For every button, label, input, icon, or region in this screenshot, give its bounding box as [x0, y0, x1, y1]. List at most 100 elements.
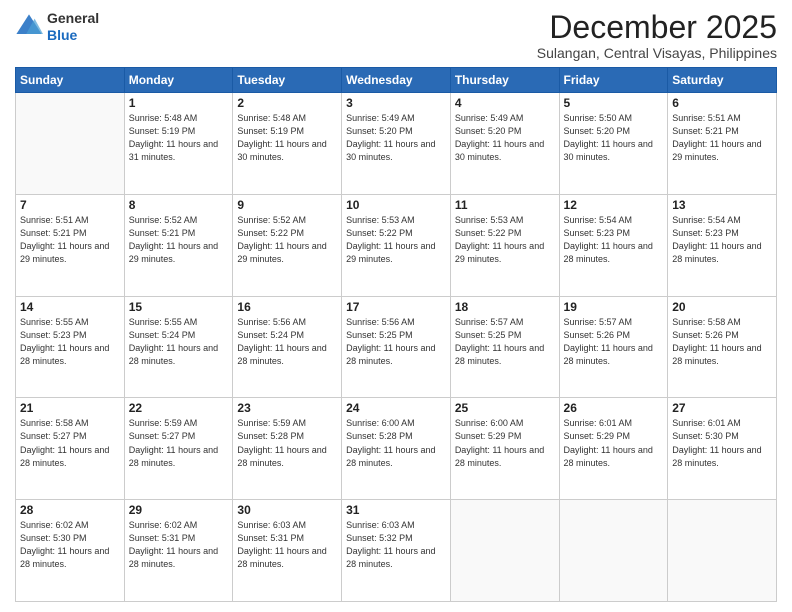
day-number: 11	[455, 198, 555, 212]
logo-general: General	[47, 10, 99, 26]
calendar-cell: 29 Sunrise: 6:02 AM Sunset: 5:31 PM Dayli…	[124, 500, 233, 602]
day-number: 10	[346, 198, 446, 212]
calendar-cell: 23 Sunrise: 5:59 AM Sunset: 5:28 PM Dayli…	[233, 398, 342, 500]
day-info: Sunrise: 5:53 AM Sunset: 5:22 PM Dayligh…	[346, 214, 446, 266]
day-number: 27	[672, 401, 772, 415]
day-number: 9	[237, 198, 337, 212]
day-info: Sunrise: 5:57 AM Sunset: 5:25 PM Dayligh…	[455, 316, 555, 368]
day-number: 20	[672, 300, 772, 314]
calendar-cell: 6 Sunrise: 5:51 AM Sunset: 5:21 PM Daylig…	[668, 93, 777, 195]
calendar-week-2: 14 Sunrise: 5:55 AM Sunset: 5:23 PM Dayli…	[16, 296, 777, 398]
calendar-cell: 31 Sunrise: 6:03 AM Sunset: 5:32 PM Dayli…	[342, 500, 451, 602]
day-info: Sunrise: 6:03 AM Sunset: 5:31 PM Dayligh…	[237, 519, 337, 571]
calendar-week-1: 7 Sunrise: 5:51 AM Sunset: 5:21 PM Daylig…	[16, 194, 777, 296]
calendar-cell: 30 Sunrise: 6:03 AM Sunset: 5:31 PM Dayli…	[233, 500, 342, 602]
logo: General Blue	[15, 10, 99, 44]
day-info: Sunrise: 6:00 AM Sunset: 5:28 PM Dayligh…	[346, 417, 446, 469]
day-info: Sunrise: 5:51 AM Sunset: 5:21 PM Dayligh…	[672, 112, 772, 164]
logo-blue: Blue	[47, 27, 77, 43]
weekday-header-wednesday: Wednesday	[342, 68, 451, 93]
day-number: 22	[129, 401, 229, 415]
calendar-cell: 18 Sunrise: 5:57 AM Sunset: 5:25 PM Dayli…	[450, 296, 559, 398]
day-info: Sunrise: 5:51 AM Sunset: 5:21 PM Dayligh…	[20, 214, 120, 266]
calendar-table: SundayMondayTuesdayWednesdayThursdayFrid…	[15, 67, 777, 602]
calendar-cell: 7 Sunrise: 5:51 AM Sunset: 5:21 PM Daylig…	[16, 194, 125, 296]
day-info: Sunrise: 5:58 AM Sunset: 5:27 PM Dayligh…	[20, 417, 120, 469]
calendar-week-3: 21Sunrise: 5:58 AM Sunset: 5:27 PM Dayli…	[16, 398, 777, 500]
day-info: Sunrise: 5:54 AM Sunset: 5:23 PM Dayligh…	[672, 214, 772, 266]
day-number: 13	[672, 198, 772, 212]
calendar-cell	[16, 93, 125, 195]
calendar-cell: 15Sunrise: 5:55 AM Sunset: 5:24 PM Dayli…	[124, 296, 233, 398]
calendar-cell: 17 Sunrise: 5:56 AM Sunset: 5:25 PM Dayli…	[342, 296, 451, 398]
day-number: 18	[455, 300, 555, 314]
month-title: December 2025	[537, 10, 777, 45]
calendar-cell: 22 Sunrise: 5:59 AM Sunset: 5:27 PM Dayli…	[124, 398, 233, 500]
day-number: 5	[564, 96, 664, 110]
calendar-cell: 10 Sunrise: 5:53 AM Sunset: 5:22 PM Dayli…	[342, 194, 451, 296]
day-info: Sunrise: 5:52 AM Sunset: 5:22 PM Dayligh…	[237, 214, 337, 266]
day-number: 17	[346, 300, 446, 314]
calendar-cell: 19 Sunrise: 5:57 AM Sunset: 5:26 PM Dayli…	[559, 296, 668, 398]
day-info: Sunrise: 5:54 AM Sunset: 5:23 PM Dayligh…	[564, 214, 664, 266]
day-info: Sunrise: 5:49 AM Sunset: 5:20 PM Dayligh…	[455, 112, 555, 164]
calendar-cell: 12 Sunrise: 5:54 AM Sunset: 5:23 PM Dayli…	[559, 194, 668, 296]
day-info: Sunrise: 5:57 AM Sunset: 5:26 PM Dayligh…	[564, 316, 664, 368]
day-info: Sunrise: 6:01 AM Sunset: 5:29 PM Dayligh…	[564, 417, 664, 469]
day-number: 23	[237, 401, 337, 415]
calendar-cell	[559, 500, 668, 602]
day-number: 30	[237, 503, 337, 517]
calendar-cell	[450, 500, 559, 602]
weekday-header-sunday: Sunday	[16, 68, 125, 93]
calendar-cell: 2 Sunrise: 5:48 AM Sunset: 5:19 PM Daylig…	[233, 93, 342, 195]
day-info: Sunrise: 5:59 AM Sunset: 5:27 PM Dayligh…	[129, 417, 229, 469]
day-number: 1	[129, 96, 229, 110]
day-info: Sunrise: 5:48 AM Sunset: 5:19 PM Dayligh…	[237, 112, 337, 164]
day-info: Sunrise: 6:03 AM Sunset: 5:32 PM Dayligh…	[346, 519, 446, 571]
calendar-cell: 4 Sunrise: 5:49 AM Sunset: 5:20 PM Daylig…	[450, 93, 559, 195]
day-number: 12	[564, 198, 664, 212]
day-number: 16	[237, 300, 337, 314]
calendar-cell: 1Sunrise: 5:48 AM Sunset: 5:19 PM Daylig…	[124, 93, 233, 195]
day-info: Sunrise: 5:58 AM Sunset: 5:26 PM Dayligh…	[672, 316, 772, 368]
calendar-cell: 9 Sunrise: 5:52 AM Sunset: 5:22 PM Daylig…	[233, 194, 342, 296]
day-info: Sunrise: 5:56 AM Sunset: 5:24 PM Dayligh…	[237, 316, 337, 368]
day-number: 19	[564, 300, 664, 314]
day-info: Sunrise: 5:50 AM Sunset: 5:20 PM Dayligh…	[564, 112, 664, 164]
day-number: 29	[129, 503, 229, 517]
calendar-cell: 13 Sunrise: 5:54 AM Sunset: 5:23 PM Dayli…	[668, 194, 777, 296]
day-number: 7	[20, 198, 120, 212]
calendar-cell: 3 Sunrise: 5:49 AM Sunset: 5:20 PM Daylig…	[342, 93, 451, 195]
day-info: Sunrise: 5:55 AM Sunset: 5:23 PM Dayligh…	[20, 316, 120, 368]
day-number: 4	[455, 96, 555, 110]
day-number: 26	[564, 401, 664, 415]
day-info: Sunrise: 5:59 AM Sunset: 5:28 PM Dayligh…	[237, 417, 337, 469]
weekday-header-friday: Friday	[559, 68, 668, 93]
day-number: 14	[20, 300, 120, 314]
calendar-cell: 11 Sunrise: 5:53 AM Sunset: 5:22 PM Dayli…	[450, 194, 559, 296]
day-number: 3	[346, 96, 446, 110]
calendar-week-4: 28Sunrise: 6:02 AM Sunset: 5:30 PM Dayli…	[16, 500, 777, 602]
day-number: 2	[237, 96, 337, 110]
day-info: Sunrise: 6:02 AM Sunset: 5:31 PM Dayligh…	[129, 519, 229, 571]
day-number: 6	[672, 96, 772, 110]
day-info: Sunrise: 5:53 AM Sunset: 5:22 PM Dayligh…	[455, 214, 555, 266]
weekday-header-thursday: Thursday	[450, 68, 559, 93]
calendar-cell: 5 Sunrise: 5:50 AM Sunset: 5:20 PM Daylig…	[559, 93, 668, 195]
calendar-cell: 20 Sunrise: 5:58 AM Sunset: 5:26 PM Dayli…	[668, 296, 777, 398]
day-number: 15	[129, 300, 229, 314]
calendar-cell: 21Sunrise: 5:58 AM Sunset: 5:27 PM Dayli…	[16, 398, 125, 500]
day-number: 8	[129, 198, 229, 212]
day-info: Sunrise: 5:49 AM Sunset: 5:20 PM Dayligh…	[346, 112, 446, 164]
calendar-week-0: 1 Sunrise: 5:48 AM Sunset: 5:19 PM Daylig…	[16, 93, 777, 195]
weekday-header-monday: Monday	[124, 68, 233, 93]
day-number: 31	[346, 503, 446, 517]
calendar-cell: 25Sunrise: 6:00 AM Sunset: 5:29 PM Dayli…	[450, 398, 559, 500]
calendar-cell: 27Sunrise: 6:01 AM Sunset: 5:30 PM Dayli…	[668, 398, 777, 500]
day-info: Sunrise: 5:52 AM Sunset: 5:21 PM Dayligh…	[129, 214, 229, 266]
calendar-cell: 8 Sunrise: 5:52 AM Sunset: 5:21 PM Daylig…	[124, 194, 233, 296]
day-info: Sunrise: 5:56 AM Sunset: 5:25 PM Dayligh…	[346, 316, 446, 368]
day-info: Sunrise: 6:00 AM Sunset: 5:29 PM Dayligh…	[455, 417, 555, 469]
header: General Blue December 2025 Sulangan, Cen…	[15, 10, 777, 61]
calendar-cell	[668, 500, 777, 602]
